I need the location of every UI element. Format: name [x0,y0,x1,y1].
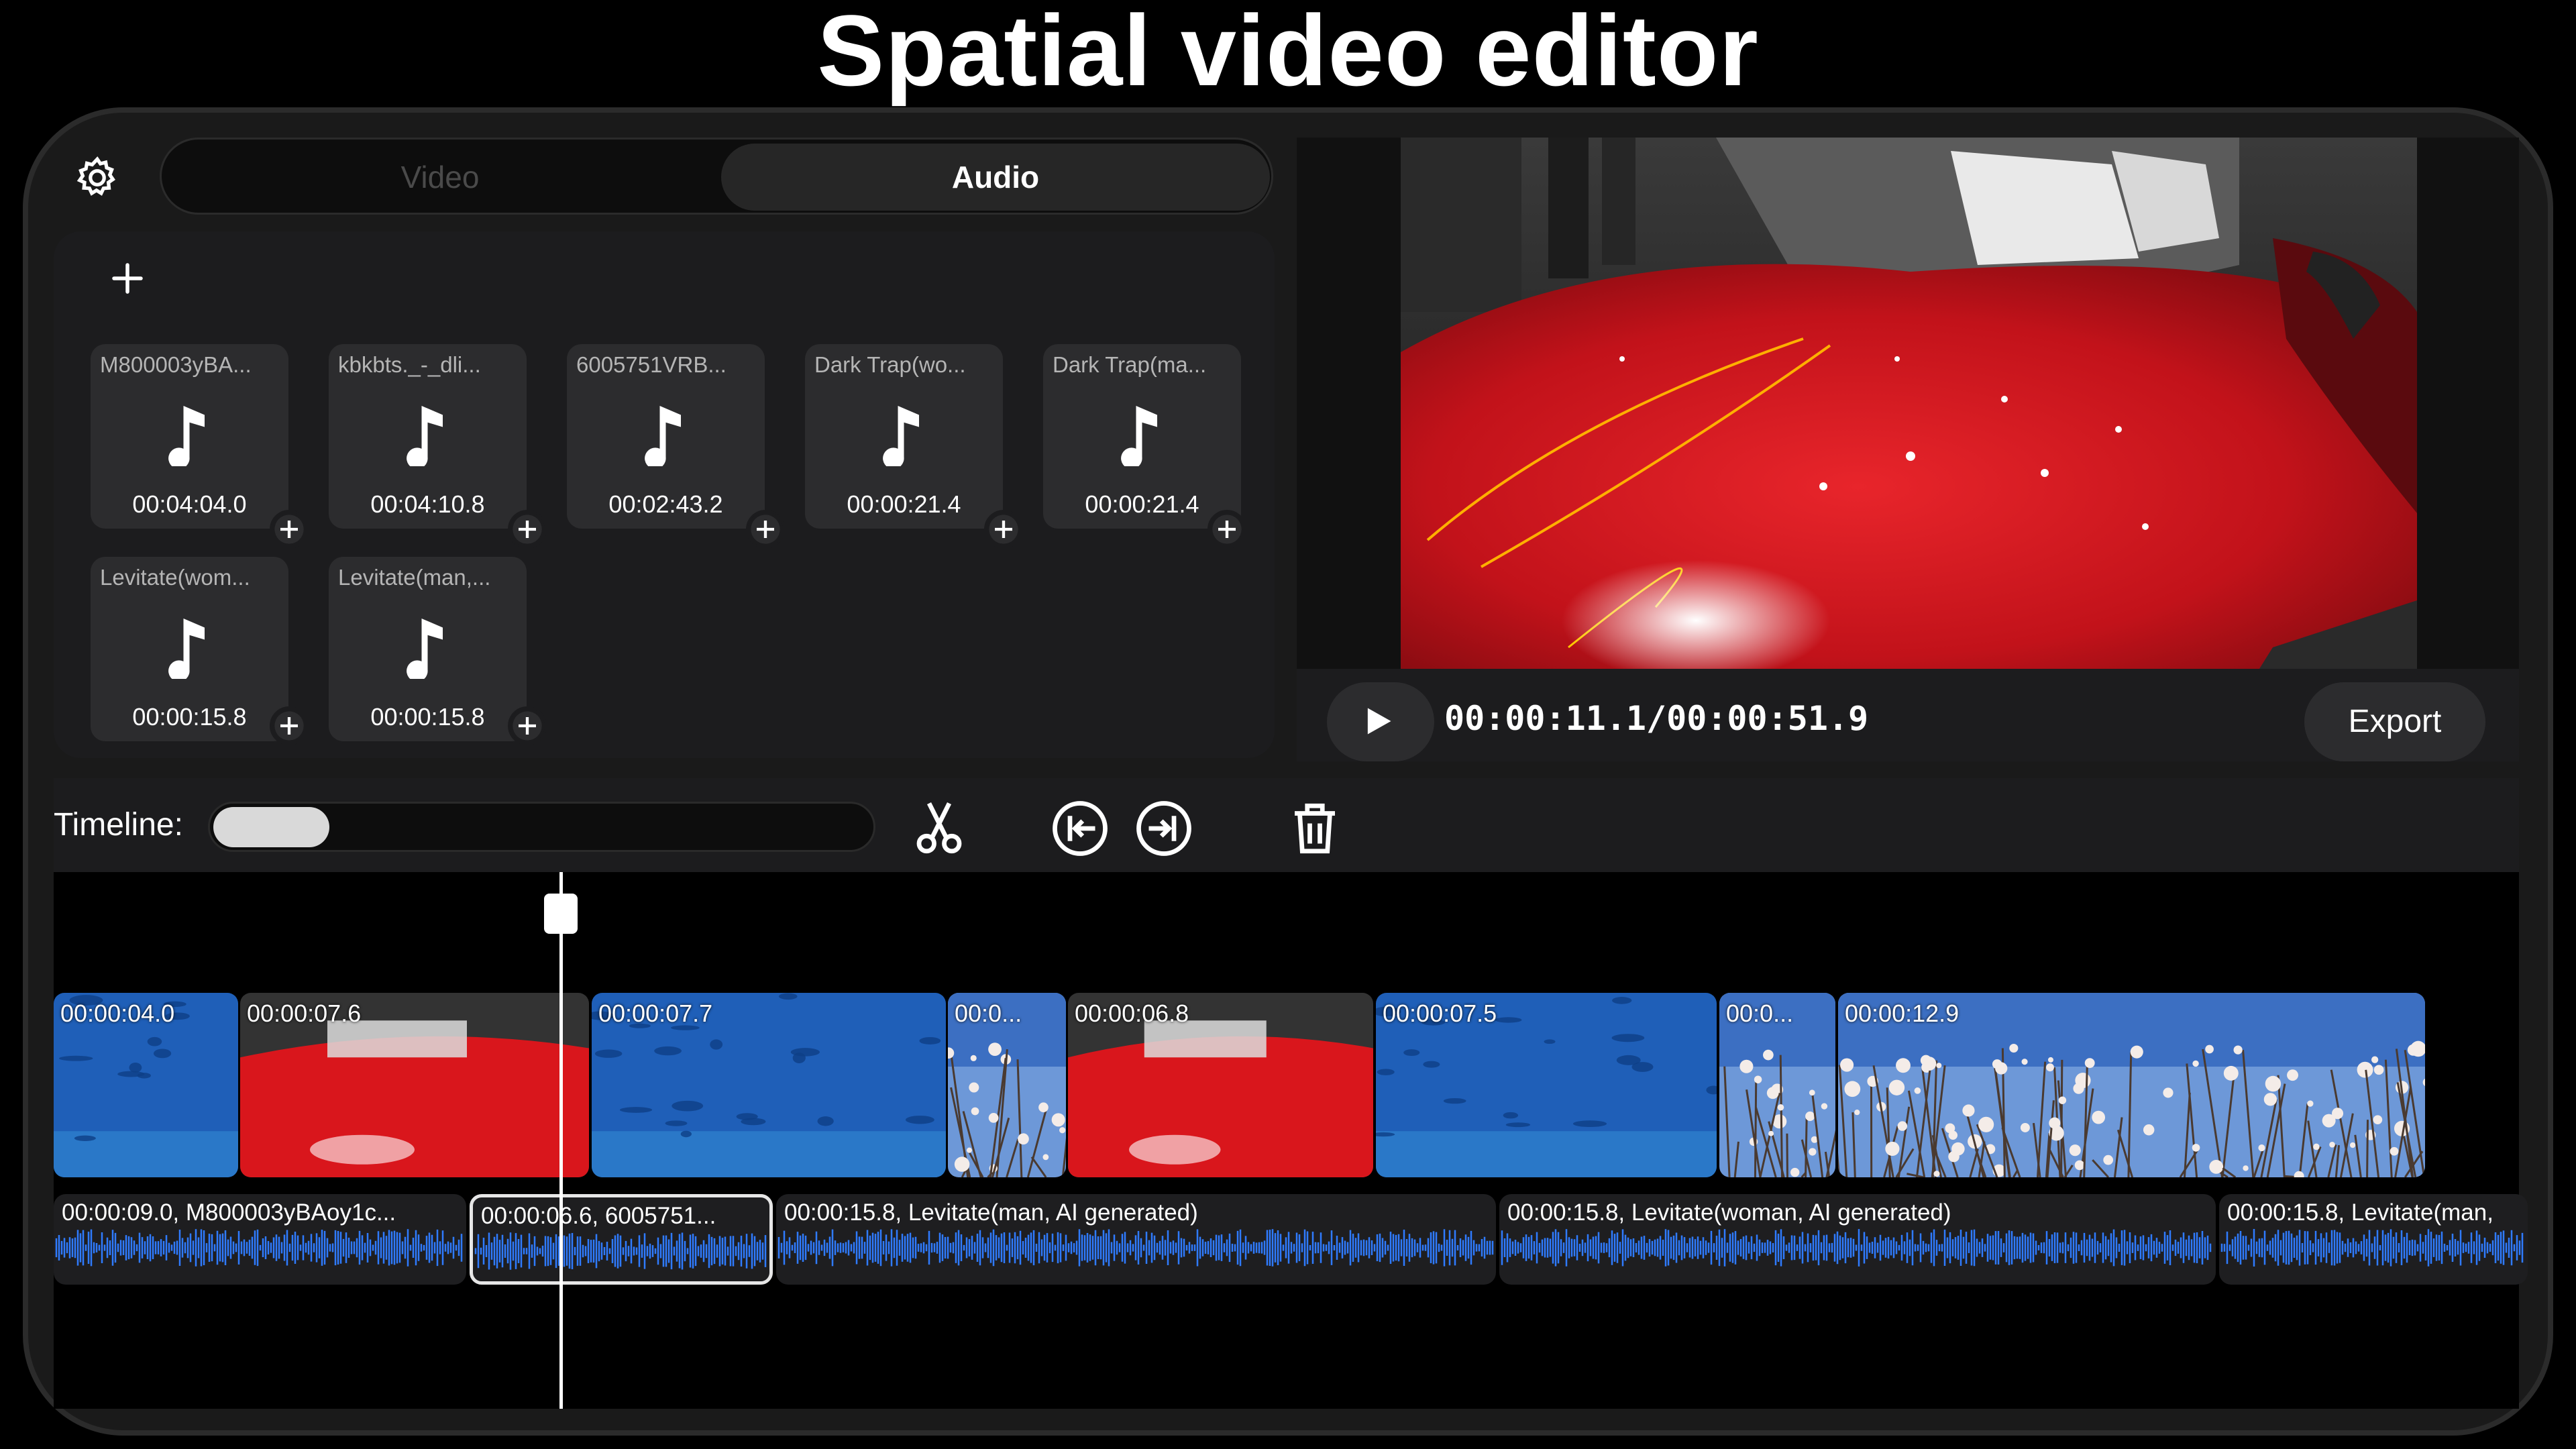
video-preview-panel: 00:00:11.1/00:00:51.9 Export [1297,138,2519,761]
library-item-duration: 00:02:43.2 [608,490,723,518]
audio-library-panel: M800003yBA... 00:04:04.0 kbkbts._-_dli..… [54,231,1275,758]
add-to-timeline-button[interactable] [746,510,785,549]
add-to-timeline-button[interactable] [270,510,309,549]
plus-circle-icon [751,515,780,544]
playback-bar: 00:00:11.1/00:00:51.9 Export [1297,669,2519,761]
scissors-icon[interactable] [909,798,969,859]
plus-circle-icon [274,711,304,741]
music-note-icon [883,406,919,466]
plus-circle-icon [1212,515,1242,544]
gear-icon[interactable] [74,154,121,201]
timeline-zoom-label: Timeline: [54,807,183,843]
library-item-duration: 00:04:10.8 [370,490,485,518]
plus-circle-icon [989,515,1018,544]
audio-waveform [1501,1229,2212,1267]
library-item[interactable]: kbkbts._-_dli... 00:04:10.8 [329,344,547,549]
page-title: Spatial video editor [817,0,1759,107]
video-clip-duration: 00:00:06.8 [1075,1000,1189,1027]
add-to-timeline-button[interactable] [270,706,309,745]
library-item-name: Levitate(man,... [338,565,491,590]
tab-audio[interactable]: Audio [721,144,1270,211]
audio-waveform [474,1232,767,1270]
trash-icon[interactable] [1285,798,1345,859]
library-item-name: 6005751VRB... [576,352,727,377]
add-media-icon[interactable] [107,258,148,299]
music-note-icon [407,619,443,679]
add-to-timeline-button[interactable] [1208,510,1246,549]
jump-to-end-icon[interactable] [1134,798,1194,859]
video-clip-duration: 00:00:07.7 [598,1000,713,1027]
playhead[interactable] [559,872,563,1409]
playhead-handle[interactable] [544,894,578,934]
audio-clip[interactable]: 00:00:15.8, Levitate(woman, AI generated… [1499,1194,2216,1285]
video-clip-duration: 00:00:04.0 [60,1000,175,1027]
video-clip[interactable]: 00:0... [1719,993,1835,1177]
plus-circle-icon [513,711,542,741]
timeline-zoom-slider[interactable] [208,802,875,852]
video-clip[interactable]: 00:00:06.8 [1068,993,1373,1177]
add-to-timeline-button[interactable] [508,706,547,745]
library-item[interactable]: Levitate(wom... 00:00:15.8 [91,557,309,745]
play-button[interactable] [1327,682,1434,761]
library-item[interactable]: Levitate(man,... 00:00:15.8 [329,557,547,745]
timeline-toolbar: Timeline: [54,778,2519,872]
video-clip[interactable]: 00:00:04.0 [54,993,238,1177]
music-note-icon [1121,406,1157,466]
library-item-duration: 00:04:04.0 [132,490,247,518]
library-item[interactable]: Dark Trap(ma... 00:00:21.4 [1043,344,1246,549]
add-to-timeline-button[interactable] [508,510,547,549]
video-preview-frame[interactable] [1401,138,2417,669]
video-clip-duration: 00:0... [955,1000,1022,1027]
video-clip[interactable]: 00:0... [948,993,1066,1177]
video-clip[interactable]: 00:00:07.6 [240,993,589,1177]
export-button[interactable]: Export [2304,682,2485,761]
library-item[interactable]: Dark Trap(wo... 00:00:21.4 [805,344,1023,549]
library-item[interactable]: 6005751VRB... 00:02:43.2 [567,344,785,549]
library-item-duration: 00:00:15.8 [370,703,485,731]
add-to-timeline-button[interactable] [984,510,1023,549]
timeline[interactable]: 00:00:04.0 00:00:07.6 00:00:07.7 00:0...… [54,872,2528,1409]
library-item[interactable]: M800003yBA... 00:04:04.0 [91,344,309,549]
library-item-duration: 00:00:21.4 [847,490,961,518]
video-clip-duration: 00:00:07.5 [1383,1000,1497,1027]
tab-video[interactable]: Video [166,144,714,211]
audio-clip[interactable]: 00:00:09.0, M800003yBAoy1c... [54,1194,466,1285]
library-item-name: M800003yBA... [100,352,252,377]
audio-clip[interactable]: 00:00:15.8, Levitate(man, [2219,1194,2528,1285]
car-preview-image [1401,138,2417,669]
timeline-zoom-thumb[interactable] [213,807,329,847]
audio-waveform [55,1229,463,1267]
library-item-name: kbkbts._-_dli... [338,352,481,377]
plus-circle-icon [274,515,304,544]
video-clip-duration: 00:00:07.6 [247,1000,362,1027]
audio-waveform [2220,1229,2524,1267]
plus-circle-icon [513,515,542,544]
video-clip-duration: 00:00:12.9 [1845,1000,1960,1027]
jump-to-start-icon[interactable] [1050,798,1110,859]
music-note-icon [168,619,205,679]
playback-timecode: 00:00:11.1/00:00:51.9 [1444,699,1869,738]
library-item-name: Dark Trap(wo... [814,352,966,377]
video-clip[interactable]: 00:00:07.5 [1376,993,1717,1177]
video-clip-duration: 00:0... [1726,1000,1794,1027]
video-clip[interactable]: 00:00:12.9 [1838,993,2425,1177]
audio-clip[interactable]: 00:00:15.8, Levitate(man, AI generated) [776,1194,1496,1285]
music-note-icon [645,406,681,466]
audio-clip-selected[interactable]: 00:00:06.6, 6005751... [470,1194,773,1285]
media-type-segmented-control: Video Audio [160,138,1273,215]
library-item-duration: 00:00:15.8 [132,703,247,731]
audio-waveform [777,1229,1494,1267]
library-item-name: Levitate(wom... [100,565,250,590]
video-clip[interactable]: 00:00:07.7 [592,993,946,1177]
library-item-name: Dark Trap(ma... [1053,352,1207,377]
music-note-icon [168,406,205,466]
play-icon [1367,708,1391,735]
music-note-icon [407,406,443,466]
